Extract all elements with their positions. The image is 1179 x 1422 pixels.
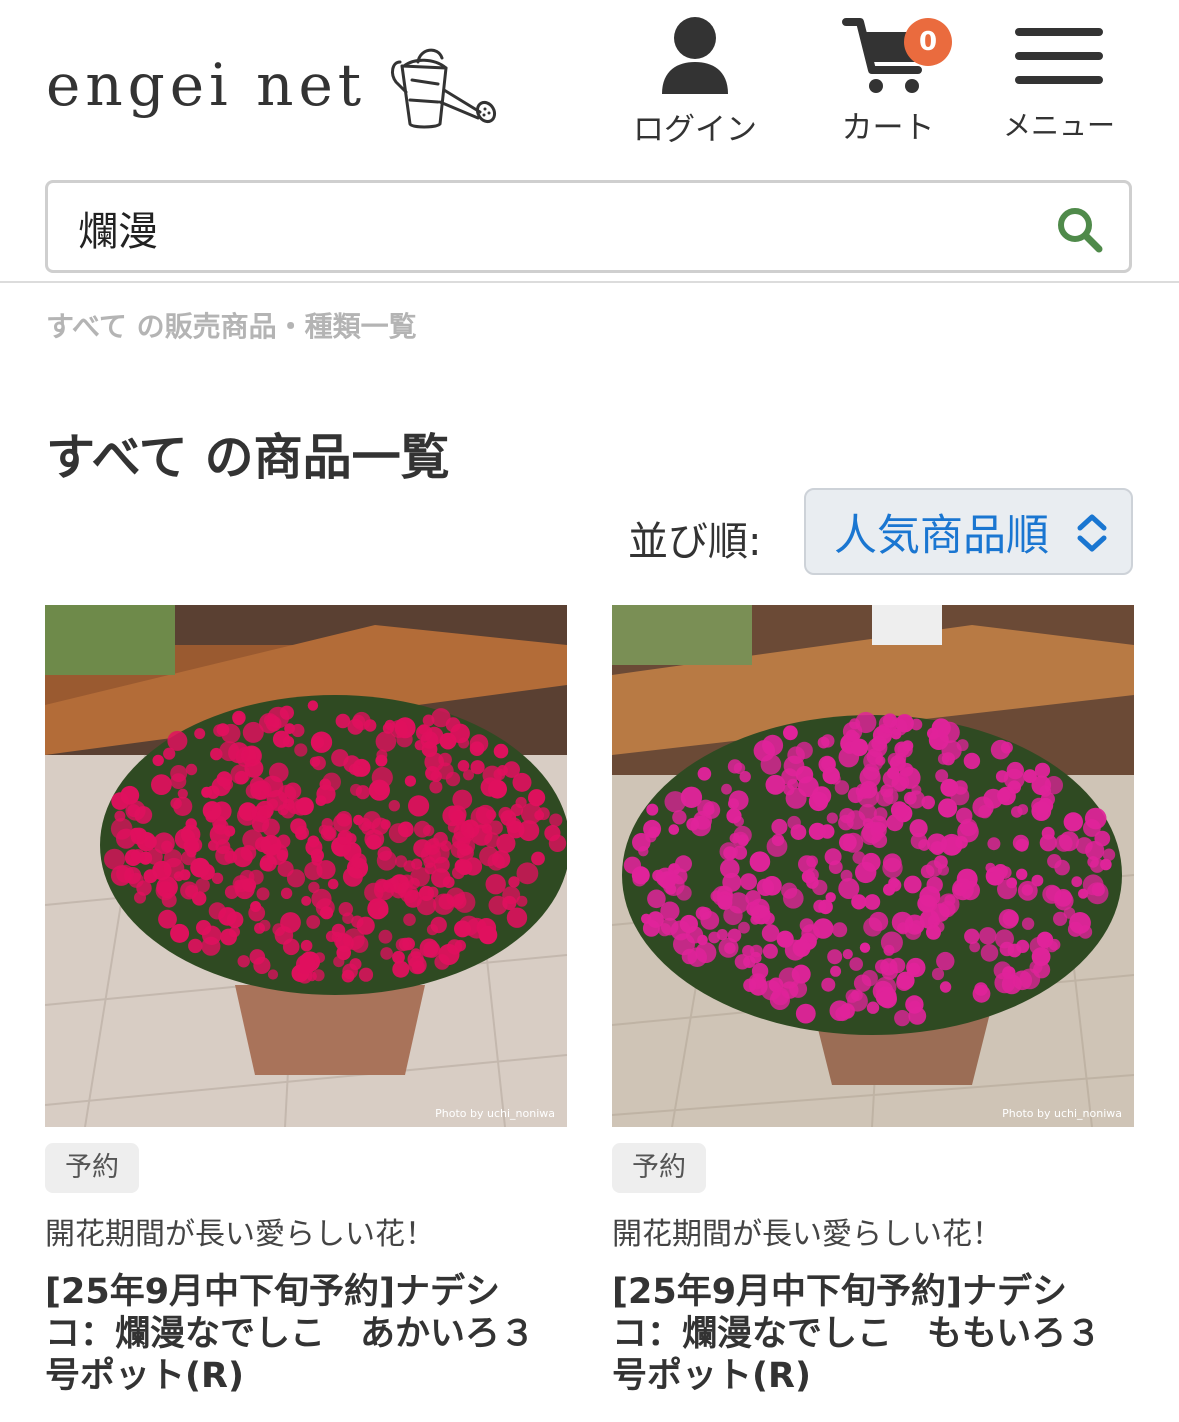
sort-label: 並び順:: [628, 519, 762, 565]
product-photo: Photo by uchi_noniwa: [612, 605, 1134, 1127]
product-photo: Photo by uchi_noniwa: [45, 605, 567, 1127]
sort-select[interactable]: 人気商品順: [804, 488, 1133, 575]
watering-can-icon: [391, 48, 497, 129]
search-box: [45, 180, 1132, 273]
menu-button[interactable]: メニュー: [1003, 14, 1116, 144]
page-title: すべて の商品一覧: [46, 429, 450, 486]
user-icon: [662, 17, 728, 94]
photo-credit: Photo by uchi_noniwa: [1002, 1107, 1122, 1120]
logo-text: engei net: [46, 51, 367, 119]
product-image[interactable]: Photo by uchi_noniwa: [45, 605, 567, 1127]
search-icon[interactable]: [1055, 205, 1103, 253]
login-label: ログイン: [633, 112, 757, 148]
breadcrumb[interactable]: すべて の販売商品・種類一覧: [46, 305, 417, 345]
header-divider: [0, 281, 1179, 283]
photo-credit: Photo by uchi_noniwa: [435, 1107, 555, 1120]
hamburger-icon: [1015, 28, 1103, 84]
product-image[interactable]: Photo by uchi_noniwa: [612, 605, 1134, 1127]
product-catchphrase: 開花期間が長い愛らしい花！: [45, 1217, 435, 1252]
reservation-tag: 予約: [612, 1143, 706, 1193]
product-card[interactable]: Photo by uchi_noniwa 予約 開花期間が長い愛らしい花！ [2…: [45, 605, 567, 1397]
site-header: engei net ログイン 0 カート メニュー: [0, 0, 1179, 170]
product-card[interactable]: Photo by uchi_noniwa 予約 開花期間が長い愛らしい花！ [2…: [612, 605, 1134, 1397]
product-name[interactable]: [25年9月中下旬予約]ナデシコ：爛漫なでしこ ももいろ３号ポット(R): [612, 1271, 1134, 1397]
search-input[interactable]: [76, 197, 1020, 259]
chevron-updown-icon: [1077, 514, 1107, 552]
login-button[interactable]: ログイン: [628, 14, 762, 149]
site-logo[interactable]: engei net: [46, 40, 500, 130]
reservation-tag: 予約: [45, 1143, 139, 1193]
menu-label: メニュー: [1003, 109, 1116, 142]
cart-count-badge: 0: [904, 18, 952, 66]
product-name[interactable]: [25年9月中下旬予約]ナデシコ：爛漫なでしこ あかいろ３号ポット(R): [45, 1271, 567, 1397]
product-catchphrase: 開花期間が長い愛らしい花！: [612, 1217, 1002, 1252]
cart-label: カート: [841, 110, 935, 146]
sort-selected-value: 人気商品順: [834, 510, 1049, 561]
cart-button[interactable]: 0 カート: [836, 14, 952, 147]
